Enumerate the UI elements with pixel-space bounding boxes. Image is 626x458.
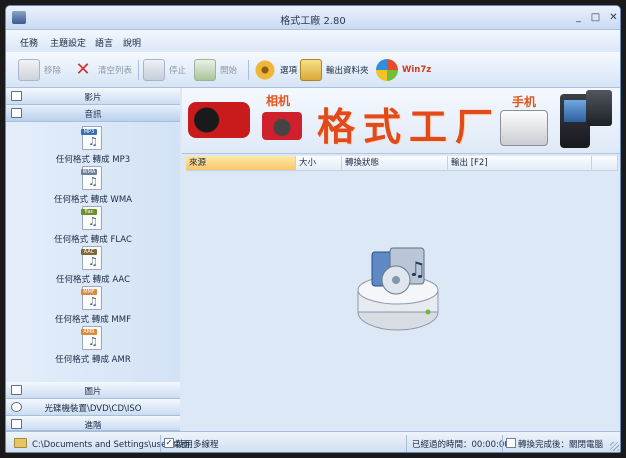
music-note-icon: ♫ — [88, 215, 98, 228]
menu-help[interactable]: 說明 — [123, 36, 141, 49]
category-advanced[interactable]: 進階 — [6, 416, 180, 431]
camcorder-icon — [188, 102, 250, 138]
flac-file-icon: flac ♫ — [81, 206, 102, 230]
title-bar: 格式工廠 2.80 _ □ ✕ — [6, 6, 620, 30]
stop-icon — [143, 59, 165, 81]
category-picture[interactable]: 圖片 — [6, 382, 180, 399]
status-bar: C:\Documents and Settings\user\桌面 ✓ 使用多線… — [6, 431, 620, 452]
maximize-icon[interactable]: □ — [589, 12, 602, 24]
after-convert-label: 轉換完成後：關閉電腦 — [518, 440, 604, 450]
menu-theme[interactable]: 主題設定 — [50, 36, 86, 49]
status-separator — [502, 435, 503, 452]
aac-file-icon: AAC ♫ — [81, 246, 102, 270]
list-item-wma[interactable]: WMA ♫ 任何格式 轉成 WMA — [6, 166, 180, 206]
resize-grip-icon[interactable] — [610, 442, 619, 451]
clear-list-button[interactable]: ✕ 清空列表 — [72, 56, 132, 84]
mp3-file-icon: MP3 ♫ — [81, 126, 102, 150]
clear-list-icon: ✕ — [75, 59, 91, 80]
elapsed-time: 已經過的時間：00:00:00 — [412, 440, 510, 450]
remove-button[interactable]: 移除 — [18, 56, 61, 84]
category-video[interactable]: 影片 — [6, 88, 180, 105]
win7-button[interactable]: Win7z — [376, 56, 431, 84]
task-list[interactable]: 來源 大小 轉換狀態 輸出 [F2] ♫ — [182, 153, 620, 431]
multithread-label: 使用多線程 — [176, 440, 219, 450]
category-panel: 影片 音訊 MP3 ♫ 任何格式 轉成 MP3 WMA ♫ 任何格式 轉成 WMA … — [6, 88, 180, 431]
multithread-checkbox[interactable]: ✓ — [164, 438, 174, 448]
start-icon — [194, 59, 216, 81]
music-note-icon: ♫ — [88, 335, 98, 348]
toolbar-separator — [138, 60, 139, 80]
music-note-icon: ♫ — [88, 295, 98, 308]
pda-icon — [586, 90, 612, 126]
win7-logo-icon — [376, 59, 398, 81]
list-item-aac[interactable]: AAC ♫ 任何格式 轉成 AAC — [6, 246, 180, 286]
folder-icon — [300, 59, 322, 81]
music-note-icon: ♫ — [88, 135, 98, 148]
after-convert-checkbox[interactable] — [506, 438, 516, 448]
column-source[interactable]: 來源 — [186, 156, 296, 171]
close-icon[interactable]: ✕ — [607, 12, 620, 24]
table-header: 來源 大小 轉換狀態 輸出 [F2] — [186, 156, 618, 171]
format-factory-logo-icon: ♫ — [357, 247, 439, 331]
camera-icon — [262, 112, 302, 140]
music-note-icon: ♫ — [88, 255, 98, 268]
music-note-icon: ♫ — [88, 175, 98, 188]
list-item-mmf[interactable]: MMF ♫ 任何格式 轉成 MMF — [6, 286, 180, 326]
minimize-icon[interactable]: _ — [572, 12, 585, 24]
category-audio[interactable]: 音訊 — [6, 105, 180, 122]
banner-phone-label: 手机 — [512, 95, 537, 109]
banner-title: 格式工厂 — [317, 104, 502, 149]
banner: 相机 格式工厂 手机 — [182, 88, 620, 153]
list-item-amr[interactable]: AMR ♫ 任何格式 轉成 AMR — [6, 326, 180, 366]
amr-file-icon: AMR ♫ — [81, 326, 102, 350]
banner-camera-label: 相机 — [266, 94, 291, 108]
remove-icon — [18, 59, 40, 81]
svg-text:♫: ♫ — [408, 257, 426, 281]
stop-button[interactable]: 停止 — [143, 56, 186, 84]
wma-file-icon: WMA ♫ — [81, 166, 102, 190]
toolbar: 移除 ✕ 清空列表 停止 開始 選項 輸出資料夾 Win7z — [6, 52, 620, 88]
mmf-file-icon: MMF ♫ — [81, 286, 102, 310]
list-item-flac[interactable]: flac ♫ 任何格式 轉成 FLAC — [6, 206, 180, 246]
options-button[interactable]: 選項 — [254, 56, 297, 84]
status-separator — [406, 435, 407, 452]
mobile-phone-icon — [500, 110, 548, 146]
column-filler — [592, 156, 618, 171]
app-window: 格式工廠 2.80 _ □ ✕ 任務 主題設定 語言 說明 移除 ✕ 清空列表 … — [5, 5, 621, 453]
window-title: 格式工廠 2.80 — [280, 16, 346, 27]
column-output[interactable]: 輸出 [F2] — [448, 156, 592, 171]
category-rom-device[interactable]: 光碟機裝置\DVD\CD\ISO — [6, 399, 180, 416]
column-status[interactable]: 轉換狀態 — [342, 156, 448, 171]
folder-icon[interactable] — [14, 438, 27, 448]
start-button[interactable]: 開始 — [194, 56, 237, 84]
menu-task[interactable]: 任務 — [20, 36, 38, 49]
column-size[interactable]: 大小 — [296, 156, 342, 171]
audio-format-list: MP3 ♫ 任何格式 轉成 MP3 WMA ♫ 任何格式 轉成 WMA flac ♫ … — [6, 122, 180, 384]
menu-bar: 任務 主題設定 語言 說明 — [6, 30, 620, 52]
gear-icon — [254, 59, 276, 81]
toolbar-separator — [248, 60, 249, 80]
list-item-mp3[interactable]: MP3 ♫ 任何格式 轉成 MP3 — [6, 126, 180, 166]
output-folder-button[interactable]: 輸出資料夾 — [300, 56, 369, 84]
status-separator — [160, 435, 161, 452]
menu-language[interactable]: 語言 — [95, 36, 113, 49]
